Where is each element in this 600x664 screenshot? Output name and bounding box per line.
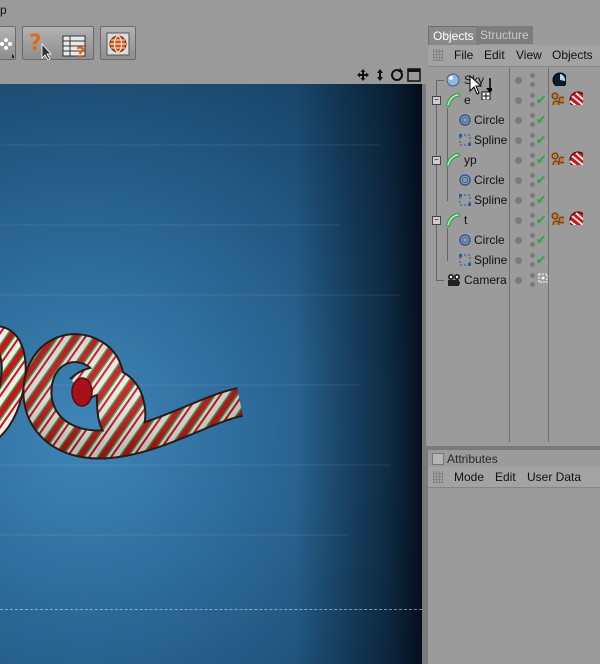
sky-material-tag-icon[interactable]: [552, 72, 566, 86]
object-name: Circle: [474, 113, 505, 127]
globe-icon: [106, 32, 130, 56]
spline-icon: [459, 254, 471, 266]
tree-row-yp[interactable]: − yp ✔: [428, 150, 600, 170]
dolly-view-icon[interactable]: [373, 68, 387, 82]
candy-material-tag-icon[interactable]: [569, 91, 583, 105]
rotate-view-icon[interactable]: [390, 68, 404, 82]
candy-material-tag-icon[interactable]: [569, 211, 583, 225]
tree-row-circle[interactable]: Circle ✔: [428, 230, 600, 250]
menu-edit[interactable]: Edit: [484, 48, 505, 62]
help-cursor-button[interactable]: ? ?: [22, 26, 94, 60]
tab-objects[interactable]: Objects: [428, 26, 479, 45]
grip-icon[interactable]: [433, 49, 443, 61]
target-tag-icon[interactable]: [538, 273, 552, 287]
object-name: Circle: [474, 233, 505, 247]
phong-tag-icon[interactable]: [550, 91, 564, 105]
menu-edit[interactable]: Edit: [495, 470, 516, 484]
objects-menu-bar: File Edit View Objects: [428, 45, 600, 67]
table-help-icon: ?: [62, 35, 86, 60]
circle-spline-icon: [459, 174, 471, 186]
3d-viewport[interactable]: [0, 84, 422, 664]
enabled-check-icon[interactable]: ✔: [536, 133, 546, 147]
phong-tag-icon[interactable]: [550, 211, 564, 225]
object-name: e: [464, 93, 471, 107]
attributes-menu-bar: Mode Edit User Data: [428, 467, 600, 488]
sweep-nurbs-icon: [446, 213, 460, 227]
candy-cane-letters: [0, 325, 244, 460]
toolbar: ? ?: [0, 20, 426, 66]
sweep-nurbs-icon: [446, 93, 460, 107]
menu-mode[interactable]: Mode: [454, 470, 484, 484]
grip-icon[interactable]: [433, 471, 443, 483]
move-view-icon[interactable]: [356, 68, 370, 82]
sky-icon: [446, 73, 460, 87]
tree-row-e[interactable]: − e ✔: [428, 90, 600, 110]
render-visibility-dot[interactable]: [530, 73, 535, 78]
viewport-header: [0, 66, 426, 84]
circle-spline-icon: [459, 114, 471, 126]
candy-material-tag-icon[interactable]: [569, 151, 583, 165]
object-name: Circle: [474, 173, 505, 187]
maximize-view-icon[interactable]: [407, 68, 421, 82]
tree-row-circle[interactable]: Circle ✔: [428, 110, 600, 130]
enabled-check-icon[interactable]: ✔: [536, 93, 546, 107]
spline-icon: [459, 134, 471, 146]
svg-text:?: ?: [76, 43, 85, 60]
object-name: t: [464, 213, 468, 227]
tree-row-sky[interactable]: Sky: [428, 70, 600, 100]
tree-row-camera[interactable]: Camera: [428, 270, 600, 290]
help-cursor-icon: ?: [29, 31, 52, 60]
camera-icon: [448, 274, 460, 286]
tree-row-spline[interactable]: Spline ✔: [428, 190, 600, 210]
safe-frame-line: [0, 609, 422, 610]
tab-structure[interactable]: Structure: [476, 26, 533, 44]
menu-item-fragment[interactable]: p: [0, 3, 7, 17]
enabled-check-icon[interactable]: ✔: [536, 253, 546, 267]
collapse-toggle-icon[interactable]: −: [432, 96, 441, 105]
web-browser-button[interactable]: [100, 26, 136, 60]
enabled-check-icon[interactable]: ✔: [536, 213, 546, 227]
tree-row-t[interactable]: − t ✔: [428, 210, 600, 230]
tree-row-circle[interactable]: Circle ✔: [428, 170, 600, 190]
editor-visibility-dot[interactable]: [515, 97, 522, 104]
menu-file[interactable]: File: [454, 48, 473, 62]
snap-tool-button[interactable]: [0, 26, 16, 60]
object-name: yp: [464, 153, 477, 167]
svg-text:?: ?: [29, 31, 42, 56]
circle-spline-icon: [459, 234, 471, 246]
object-name: Spline: [474, 253, 508, 267]
tree-row-spline[interactable]: Spline ✔: [428, 130, 600, 150]
tree-row-spline[interactable]: Spline ✔: [428, 250, 600, 270]
menu-objects[interactable]: Objects: [552, 48, 593, 62]
enabled-check-icon[interactable]: ✔: [536, 173, 546, 187]
collapse-toggle-icon[interactable]: −: [432, 216, 441, 225]
menu-bar: [0, 0, 600, 20]
enabled-check-icon[interactable]: ✔: [536, 113, 546, 127]
sweep-nurbs-icon: [446, 153, 460, 167]
scatter-dots-icon: [0, 38, 14, 58]
enabled-check-icon[interactable]: ✔: [536, 233, 546, 247]
spline-icon: [459, 194, 471, 206]
attributes-title: Attributes: [447, 452, 498, 466]
attributes-lock-checkbox[interactable]: [432, 453, 444, 465]
enabled-check-icon[interactable]: ✔: [536, 153, 546, 167]
object-name: Spline: [474, 193, 508, 207]
phong-tag-icon[interactable]: [550, 151, 564, 165]
collapse-toggle-icon[interactable]: −: [432, 156, 441, 165]
object-name: Camera: [464, 273, 507, 287]
object-name: Spline: [474, 133, 508, 147]
editor-visibility-dot[interactable]: [515, 77, 522, 84]
enabled-check-icon[interactable]: ✔: [536, 193, 546, 207]
menu-user-data[interactable]: User Data: [527, 470, 581, 484]
menu-view[interactable]: View: [516, 48, 542, 62]
